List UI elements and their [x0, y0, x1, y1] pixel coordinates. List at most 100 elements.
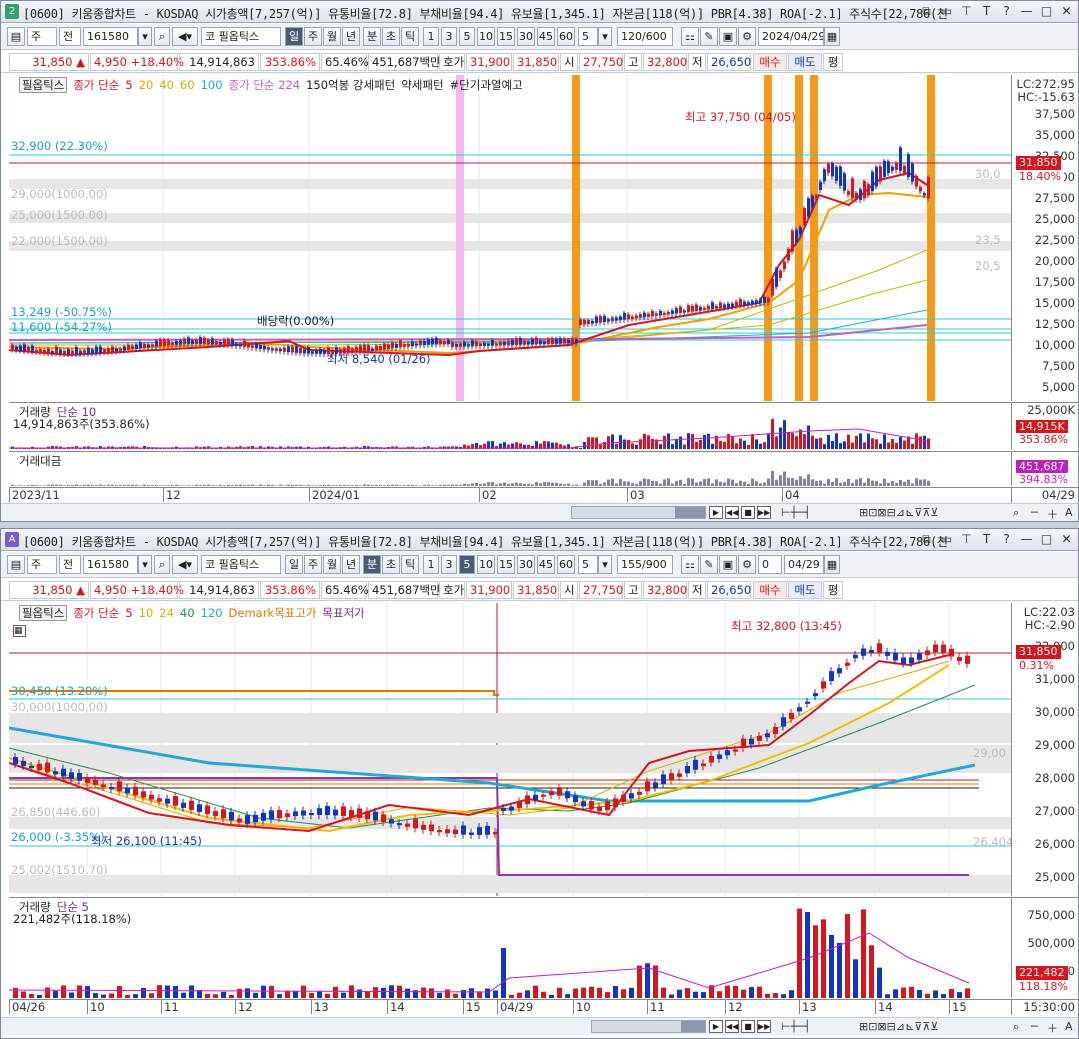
forward-button[interactable]: ▶▶: [757, 506, 771, 519]
menu-icon[interactable]: ▤: [7, 27, 25, 46]
period-day[interactable]: 일: [285, 555, 303, 574]
period-minute[interactable]: 분: [363, 555, 381, 574]
title-bar[interactable]: 2 [0600] 키움종합차트 - KOSDAQ 시가총액[7,257(억)] …: [1, 1, 1078, 23]
price-axis-minute[interactable]: LC:22.03 HC:-2.90 32,00031,00030,00029,0…: [1011, 603, 1078, 896]
eval-button[interactable]: 평: [823, 53, 843, 71]
interval-value[interactable]: 5: [578, 555, 598, 574]
draw-tools-icons[interactable]: ⊞⊡⊠⊟⊿⊾⊽⊼⊻: [859, 1020, 938, 1033]
zoom-search-icon[interactable]: ⌕: [1013, 506, 1019, 520]
period-tick[interactable]: 틱: [401, 27, 419, 46]
rewind-button[interactable]: ◀◀: [725, 1020, 739, 1033]
interval-30[interactable]: 30: [517, 555, 535, 574]
period-week[interactable]: 주: [304, 555, 322, 574]
interval-30[interactable]: 30: [517, 27, 535, 46]
zoom-search-icon[interactable]: ⌕: [1013, 1020, 1019, 1034]
restore-icon[interactable]: ▭: [939, 531, 954, 547]
font-size-icon[interactable]: A: [1065, 1020, 1073, 1033]
interval-5[interactable]: 5: [459, 27, 475, 46]
zoom-slider-icon[interactable]: ⊢┼─┤: [781, 1020, 810, 1033]
grid-toggle-icon[interactable]: ▦: [13, 625, 26, 637]
indicator-icon[interactable]: ⚏: [681, 27, 699, 46]
interval-60[interactable]: 60: [557, 555, 575, 574]
settings-icon[interactable]: ⚙: [738, 27, 756, 46]
sound-icon[interactable]: ◀▾: [172, 27, 198, 46]
pin-icon[interactable]: ⊤: [959, 3, 974, 19]
save-icon[interactable]: ▣: [719, 27, 737, 46]
period-second[interactable]: 초: [382, 555, 400, 574]
pin-icon[interactable]: ⊤: [959, 531, 974, 547]
stock-name[interactable]: 코 필옵틱스: [201, 27, 281, 46]
date-input[interactable]: 04/29: [784, 555, 824, 574]
help-icon[interactable]: ?: [999, 3, 1014, 19]
interval-value[interactable]: 5: [578, 27, 598, 46]
period-month[interactable]: 월: [323, 555, 341, 574]
interval-1[interactable]: 1: [423, 555, 439, 574]
sell-button[interactable]: 매도: [788, 581, 822, 599]
link-icon[interactable]: ⧉: [919, 3, 934, 19]
interval-3[interactable]: 3: [441, 555, 457, 574]
volume-chart-minute[interactable]: 거래량 단순 5 221,482주(118.18%): [8, 897, 1011, 998]
amount-chart-daily[interactable]: 거래대금: [9, 451, 1011, 486]
interval-15[interactable]: 15: [497, 27, 515, 46]
title-bar-2[interactable]: A [0600] 키움종합차트 - KOSDAQ 시가총액[7,257(억)] …: [1, 529, 1078, 551]
minimize-icon[interactable]: —: [1019, 531, 1034, 547]
eval-button[interactable]: 평: [823, 581, 843, 599]
buy-button[interactable]: 매수: [753, 53, 787, 71]
font-size-icon[interactable]: A: [1065, 506, 1073, 519]
zoom-out-icon[interactable]: ─: [1031, 1020, 1038, 1033]
link-icon[interactable]: ⧉: [919, 531, 934, 547]
mode-select[interactable]: 전: [59, 27, 81, 46]
forward-button[interactable]: ▶▶: [757, 1020, 771, 1033]
interval-3[interactable]: 3: [441, 27, 457, 46]
scroll-right-button[interactable]: ▶: [709, 1020, 723, 1033]
stock-code-input[interactable]: 161580: [83, 555, 138, 574]
date-input[interactable]: 2024/04/29: [758, 27, 824, 46]
interval-1[interactable]: 1: [423, 27, 439, 46]
interval-10[interactable]: 10: [477, 555, 495, 574]
close-icon[interactable]: ✕: [1059, 531, 1074, 547]
search-icon[interactable]: ⌕: [154, 555, 170, 574]
menu-icon[interactable]: ▤: [7, 555, 25, 574]
code-dropdown-icon[interactable]: ▾: [138, 27, 152, 46]
rewind-button[interactable]: ◀◀: [725, 506, 739, 519]
period-day[interactable]: 일: [285, 27, 303, 46]
period-year[interactable]: 년: [342, 27, 360, 46]
price-chart-minute[interactable]: 필옵틱스 종가 단순 5 10 24 40 120 Demark목표고가 목표저가 ▦ 30,4…: [8, 603, 1013, 998]
bar-count-input[interactable]: 120/600: [617, 27, 673, 46]
period-week[interactable]: 주: [304, 27, 322, 46]
draw-icon[interactable]: ✎: [700, 27, 718, 46]
period-tick[interactable]: 틱: [401, 555, 419, 574]
settings-icon[interactable]: ⚙: [738, 555, 756, 574]
price-axis-daily[interactable]: LC:272.95 HC:-15.63 37,50035,00032,50030…: [1011, 75, 1078, 401]
bar-count-input[interactable]: 155/900: [617, 555, 673, 574]
mode-select[interactable]: 전: [59, 555, 81, 574]
buy-button[interactable]: 매수: [753, 581, 787, 599]
font-icon[interactable]: T: [979, 3, 994, 19]
period-year[interactable]: 년: [342, 555, 360, 574]
market-select[interactable]: 주: [27, 555, 57, 574]
sound-icon[interactable]: ◀▾: [172, 555, 198, 574]
zoom-in-icon[interactable]: ＋: [1047, 506, 1058, 521]
minimize-icon[interactable]: —: [1019, 3, 1034, 19]
search-icon[interactable]: ⌕: [154, 27, 170, 46]
interval-15[interactable]: 15: [497, 555, 515, 574]
indicator-icon[interactable]: ⚏: [681, 555, 699, 574]
volume-chart-daily[interactable]: 거래량 단순 10 14,914,863주(353.86%): [9, 402, 1011, 450]
maximize-icon[interactable]: □: [1039, 3, 1054, 19]
interval-dropdown-icon[interactable]: ▾: [598, 555, 612, 574]
legend-stock-name[interactable]: 필옵틱스: [19, 77, 68, 93]
interval-60[interactable]: 60: [557, 27, 575, 46]
market-select[interactable]: 주: [27, 27, 57, 46]
stop-button[interactable]: ■: [741, 1020, 755, 1033]
interval-45[interactable]: 45: [537, 27, 555, 46]
interval-10[interactable]: 10: [477, 27, 495, 46]
calendar-icon[interactable]: ▦: [824, 27, 840, 46]
stock-code-input[interactable]: 161580: [83, 27, 138, 46]
stop-button[interactable]: ■: [741, 506, 755, 519]
zoom-in-icon[interactable]: ＋: [1047, 1020, 1058, 1036]
interval-5[interactable]: 5: [459, 555, 475, 574]
draw-icon[interactable]: ✎: [700, 555, 718, 574]
save-icon[interactable]: ▣: [719, 555, 737, 574]
period-month[interactable]: 월: [323, 27, 341, 46]
maximize-icon[interactable]: □: [1039, 531, 1054, 547]
